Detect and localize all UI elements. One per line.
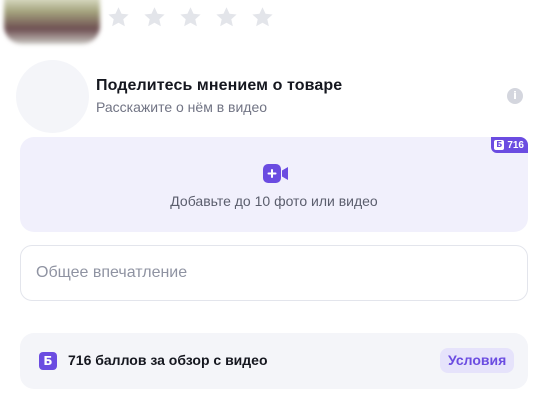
points-icon: Б xyxy=(39,352,57,370)
upload-label: Добавьте до 10 фото или видео xyxy=(170,193,378,209)
star-icon[interactable] xyxy=(250,5,275,30)
points-text: 716 баллов за обзор с видео xyxy=(68,352,268,368)
media-upload-area[interactable]: Б 716 Добавьте до 10 фото или видео xyxy=(20,137,528,232)
terms-button[interactable]: Условия xyxy=(440,348,515,373)
share-opinion-block: Поделитесь мнением о товаре Расскажите о… xyxy=(16,60,528,134)
video-camera-add-icon xyxy=(263,164,288,183)
star-icon[interactable] xyxy=(142,5,167,30)
share-title: Поделитесь мнением о товаре xyxy=(96,77,343,94)
points-info-bar: Б 716 баллов за обзор с видео Условия xyxy=(20,333,528,389)
rating-stars[interactable] xyxy=(106,5,275,30)
points-icon: Б xyxy=(494,140,505,150)
bonus-points-value: 716 xyxy=(507,139,524,151)
product-thumbnail xyxy=(4,0,100,44)
share-subtitle: Расскажите о нём в видео xyxy=(96,99,268,115)
bonus-points-badge: Б 716 xyxy=(491,137,528,153)
avatar xyxy=(16,60,89,133)
star-icon[interactable] xyxy=(178,5,203,30)
star-icon[interactable] xyxy=(214,5,239,30)
impression-field[interactable] xyxy=(20,245,528,301)
star-icon[interactable] xyxy=(106,5,131,30)
impression-input[interactable] xyxy=(36,246,506,300)
info-icon[interactable]: i xyxy=(507,88,523,104)
